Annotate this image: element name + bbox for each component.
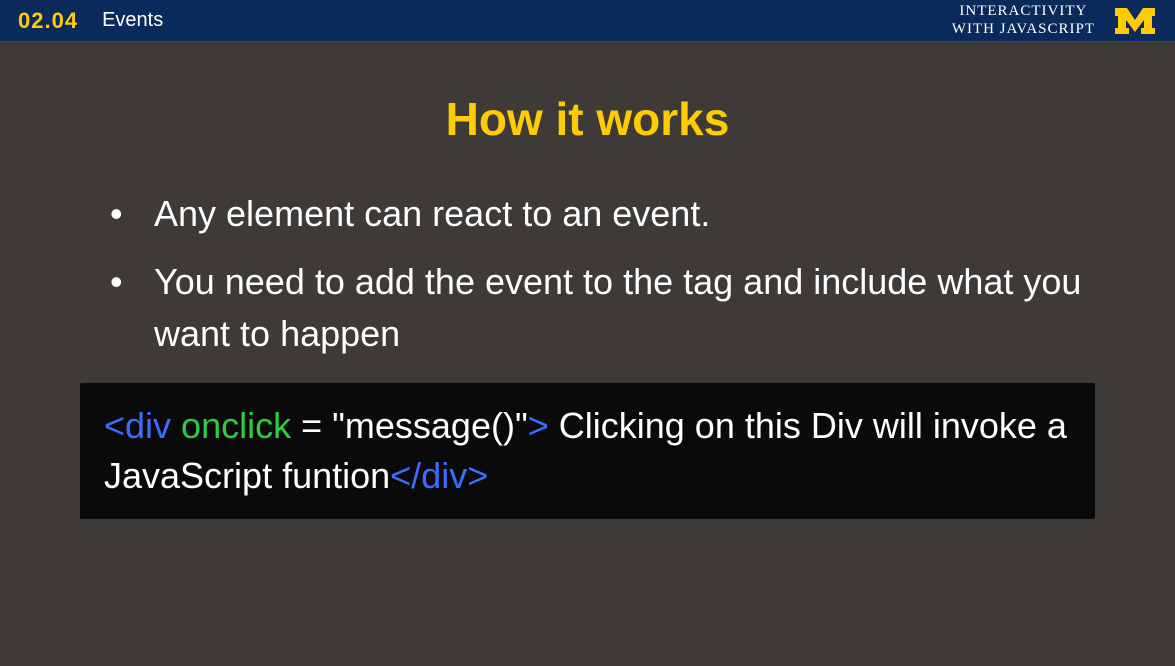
- course-title: INTERACTIVITY WITH JAVASCRIPT: [952, 3, 1095, 38]
- slide-title: How it works: [80, 92, 1095, 146]
- slide-header: 02.04 Events INTERACTIVITY WITH JAVASCRI…: [0, 0, 1175, 42]
- michigan-logo-icon: [1113, 6, 1157, 36]
- code-string: "message()": [332, 405, 528, 446]
- course-title-line2: WITH JAVASCRIPT: [952, 21, 1095, 38]
- code-example: <div onclick = "message()"> Clicking on …: [80, 383, 1095, 520]
- code-attribute: onclick: [171, 405, 291, 446]
- course-title-line1: INTERACTIVITY: [952, 3, 1095, 20]
- slide-content: How it works Any element can react to an…: [0, 42, 1175, 519]
- header-left: 02.04 Events: [18, 8, 163, 34]
- lesson-title: Events: [102, 9, 163, 32]
- code-equals: =: [291, 405, 332, 446]
- lesson-number: 02.04: [18, 8, 78, 34]
- bullet-list: Any element can react to an event. You n…: [80, 188, 1095, 361]
- code-open-tag: <div: [104, 405, 171, 446]
- code-close-open: >: [528, 405, 549, 446]
- bullet-item: Any element can react to an event.: [110, 188, 1095, 240]
- header-right: INTERACTIVITY WITH JAVASCRIPT: [952, 3, 1157, 38]
- code-close-tag: </div>: [390, 455, 488, 496]
- bullet-item: You need to add the event to the tag and…: [110, 256, 1095, 360]
